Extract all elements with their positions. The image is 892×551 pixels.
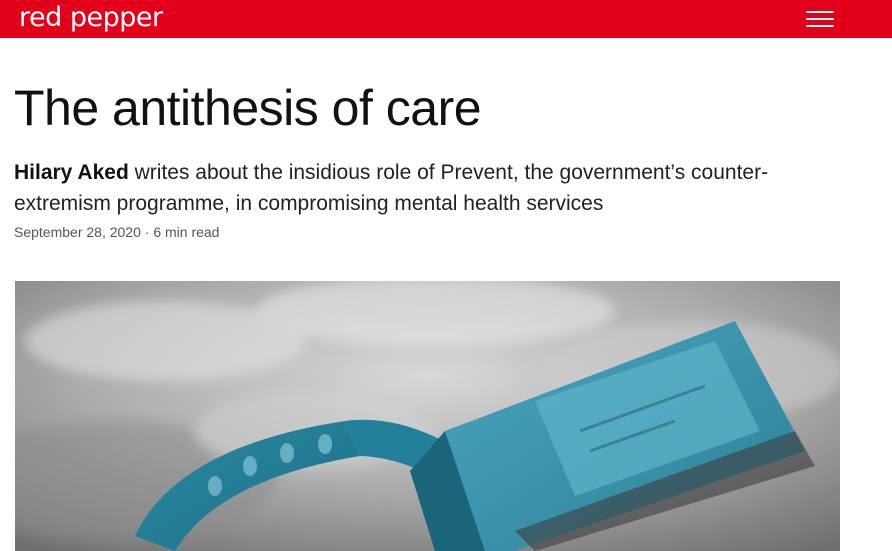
author-link[interactable]: Hilary Aked [14,161,129,184]
hero-image [15,281,840,551]
read-time: 6 min read [153,224,220,240]
hamburger-menu-icon[interactable] [804,9,836,29]
article-meta: September 28, 2020 · 6 min read [14,223,219,241]
menu-line [806,18,834,20]
article-standfirst: Hilary Aked writes about the insidious r… [14,157,794,219]
publish-date: September 28, 2020 [14,224,141,240]
meta-separator: · [140,224,154,240]
article-title: The antithesis of care [14,80,482,136]
site-logo[interactable]: red pepper [19,0,163,38]
menu-line [806,11,834,13]
hospital-wristband-photo [15,281,840,551]
menu-line [806,25,834,27]
site-header: red pepper [0,0,892,38]
